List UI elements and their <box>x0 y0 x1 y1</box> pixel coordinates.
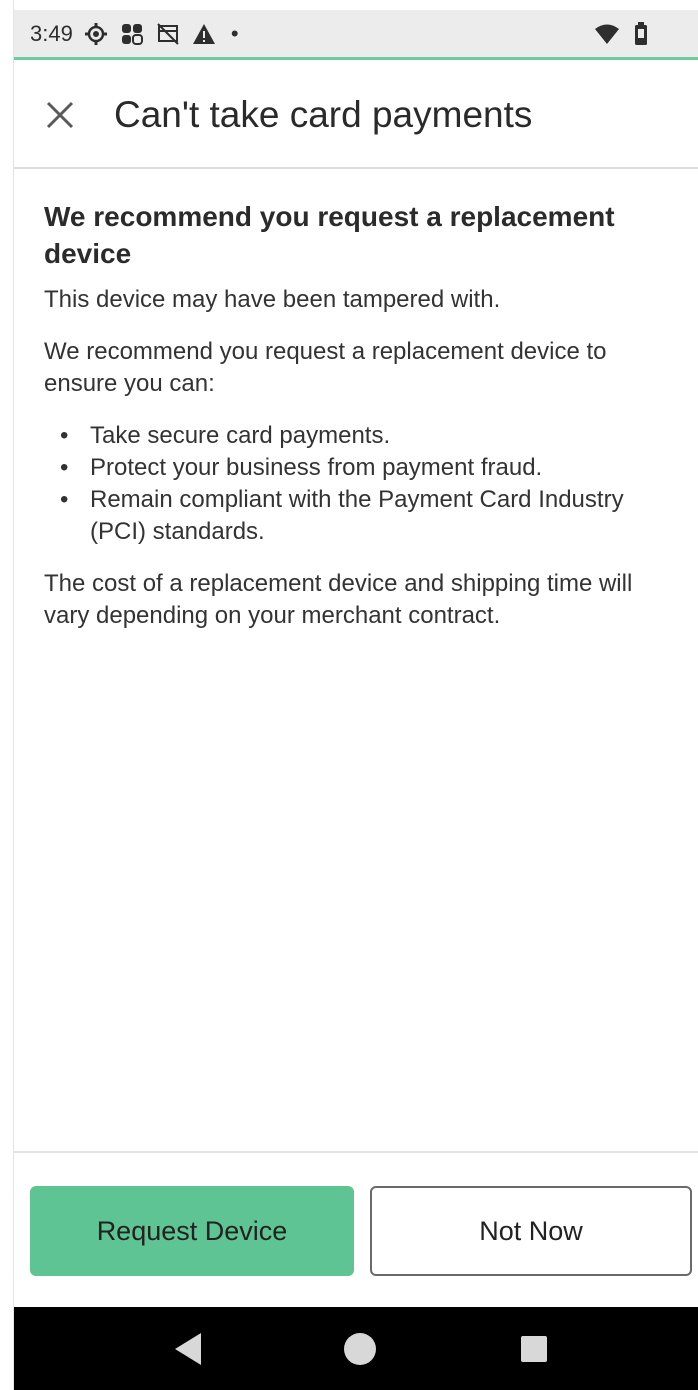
list-item: • Take secure card payments. <box>44 420 679 452</box>
status-icons-right <box>594 21 654 47</box>
bullet-icon: • <box>60 422 69 449</box>
recents-icon <box>521 1336 547 1362</box>
wifi-icon <box>594 21 620 47</box>
list-item: • Remain compliant with the Payment Card… <box>44 484 679 548</box>
request-device-button[interactable]: Request Device <box>30 1186 354 1276</box>
paragraph-tampered: This device may have been tampered with. <box>44 286 501 313</box>
not-now-button[interactable]: Not Now <box>370 1186 692 1276</box>
content: We recommend you request a replacement d… <box>44 198 679 652</box>
app-header: Can't take card payments <box>14 63 698 169</box>
back-button[interactable] <box>168 1329 208 1369</box>
paragraph-cost: The cost of a replacement device and shi… <box>44 570 633 629</box>
battery-icon <box>628 21 654 47</box>
bullet-icon: • <box>60 454 69 481</box>
bullet-list: • Take secure card payments. • Protect y… <box>44 420 679 548</box>
status-time: 3:49 <box>30 20 73 46</box>
list-item-text: Remain compliant with the Payment Card I… <box>90 486 624 545</box>
warning-icon <box>191 21 217 47</box>
status-bar: 3:49 • <box>14 10 698 60</box>
page-title: Can't take card payments <box>114 94 533 135</box>
content-heading: We recommend you request a replacement d… <box>44 201 615 269</box>
no-sim-icon <box>155 21 181 47</box>
home-button[interactable] <box>340 1329 380 1369</box>
close-button[interactable] <box>32 87 88 143</box>
paragraph-recommend: We recommend you request a replacement d… <box>44 338 607 397</box>
list-item: • Protect your business from payment fra… <box>44 452 679 484</box>
back-icon <box>175 1333 201 1365</box>
bullet-icon: • <box>60 486 69 513</box>
navigation-bar <box>14 1307 698 1390</box>
list-item-text: Protect your business from payment fraud… <box>90 454 543 481</box>
clover-icon <box>119 21 145 47</box>
settings-icon <box>83 21 109 47</box>
close-icon <box>46 101 74 129</box>
footer: Request Device Not Now <box>14 1151 698 1307</box>
screen: 3:49 • Can't take card payments We recom… <box>13 0 698 1390</box>
dot-icon: • <box>230 20 239 46</box>
status-icons-left: • <box>83 21 239 47</box>
home-icon <box>344 1333 376 1365</box>
list-item-text: Take secure card payments. <box>90 422 391 449</box>
recents-button[interactable] <box>514 1329 554 1369</box>
